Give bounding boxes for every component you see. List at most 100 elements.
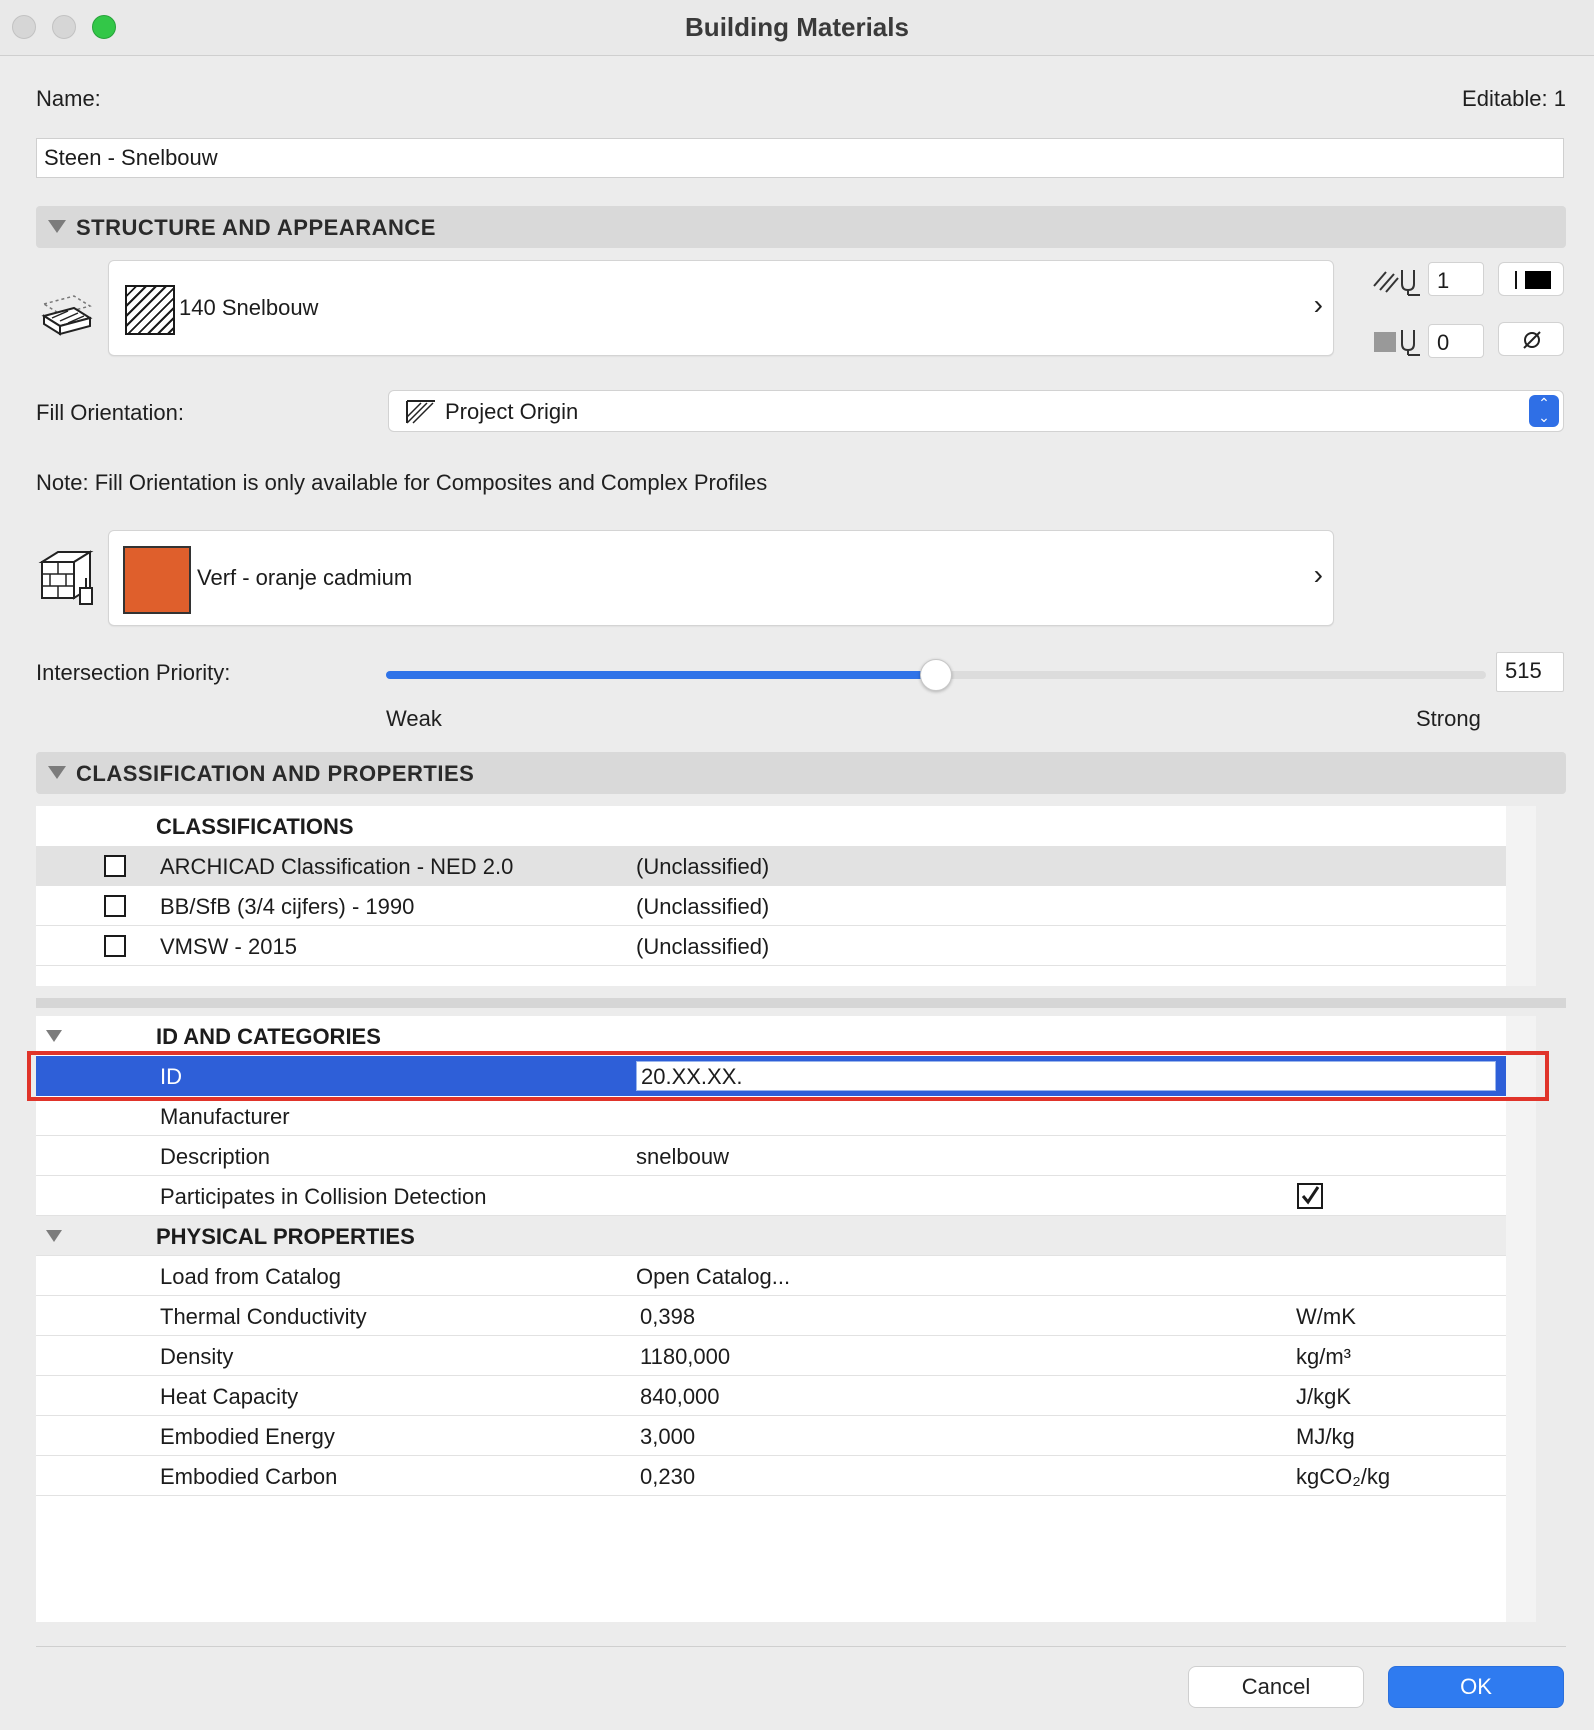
table-row[interactable]: Load from Catalog Open Catalog... [36, 1256, 1536, 1296]
properties-table: ID AND CATEGORIES ID 20.XX.XX. Manufactu… [36, 1016, 1536, 1622]
collapse-triangle-icon [46, 1230, 62, 1242]
table-row[interactable]: BB/SfB (3/4 cijfers) - 1990 (Unclassifie… [36, 886, 1536, 926]
classification-value: (Unclassified) [636, 934, 770, 959]
property-unit: MJ/kg [1296, 1424, 1355, 1449]
name-field[interactable]: Steen - Snelbouw [36, 138, 1564, 178]
property-name: Thermal Conductivity [160, 1304, 367, 1329]
table-row[interactable]: Participates in Collision Detection [36, 1176, 1536, 1216]
group-title: PHYSICAL PROPERTIES [156, 1224, 415, 1249]
table-row[interactable]: ARCHICAD Classification - NED 2.0 (Uncla… [36, 846, 1536, 886]
background-pen-field[interactable]: 0 [1428, 324, 1484, 358]
foreground-pen-icon [1373, 270, 1420, 296]
classifications-table: CLASSIFICATIONS ARCHICAD Classification … [36, 806, 1536, 986]
collapse-triangle-icon [48, 766, 66, 779]
property-value[interactable]: 0,230 [640, 1464, 695, 1490]
property-value[interactable]: 0,398 [640, 1304, 695, 1330]
slider-weak-label: Weak [386, 706, 442, 731]
open-catalog-link[interactable]: Open Catalog... [636, 1264, 790, 1290]
slider-knob[interactable] [920, 659, 952, 691]
splitter[interactable] [36, 998, 1566, 1008]
ok-button[interactable]: OK [1388, 1666, 1564, 1708]
table-row[interactable]: Thermal Conductivity 0,398 W/mK [36, 1296, 1536, 1336]
property-name: Embodied Energy [160, 1424, 335, 1449]
collision-checkbox[interactable] [1296, 1182, 1324, 1210]
property-name: Manufacturer [160, 1104, 290, 1129]
editable-count: Editable: 1 [1462, 86, 1566, 111]
property-name: Density [160, 1344, 234, 1369]
property-unit: kg/m³ [1296, 1344, 1351, 1369]
row-checkbox[interactable] [104, 895, 126, 917]
property-name: Participates in Collision Detection [160, 1184, 487, 1209]
surface-color-swatch [123, 546, 191, 614]
no-color-icon [1523, 331, 1541, 349]
classification-name: ARCHICAD Classification - NED 2.0 [160, 854, 514, 879]
property-unit: kgCO₂/kg [1296, 1464, 1391, 1489]
classifications-header-row: CLASSIFICATIONS [36, 806, 1536, 846]
property-value[interactable]: 840,000 [640, 1384, 720, 1410]
id-categories-group-row[interactable]: ID AND CATEGORIES [36, 1016, 1536, 1056]
foreground-pen-field[interactable]: 1 [1428, 262, 1484, 296]
scrollbar[interactable] [1506, 806, 1536, 986]
section-title: STRUCTURE AND APPEARANCE [76, 215, 436, 240]
property-name: Description [160, 1144, 271, 1169]
group-title: ID AND CATEGORIES [156, 1024, 381, 1049]
chevron-right-icon: › [1313, 559, 1323, 590]
physical-properties-group-row[interactable]: PHYSICAL PROPERTIES [36, 1216, 1536, 1256]
name-label: Name: [36, 86, 101, 111]
classification-value: (Unclassified) [636, 854, 770, 879]
fill-orientation-label: Fill Orientation: [36, 400, 184, 425]
intersection-priority-label: Intersection Priority: [36, 660, 231, 685]
row-checkbox[interactable] [104, 855, 126, 877]
surface-material-icon [38, 550, 94, 605]
property-unit: J/kgK [1296, 1384, 1352, 1409]
table-row[interactable]: Density 1180,000 kg/m³ [36, 1336, 1536, 1376]
property-value[interactable]: 1180,000 [640, 1344, 730, 1370]
foreground-pen-color-button[interactable] [1498, 262, 1564, 296]
property-name: Heat Capacity [160, 1384, 299, 1409]
title-bar: Building Materials [0, 0, 1594, 56]
table-row[interactable]: Heat Capacity 840,000 J/kgK [36, 1376, 1536, 1416]
structure-appearance-header[interactable]: STRUCTURE AND APPEARANCE [36, 206, 1566, 248]
table-row[interactable]: Manufacturer [36, 1096, 1536, 1136]
table-row[interactable]: Embodied Carbon 0,230 kgCO₂/kg [36, 1456, 1536, 1496]
slider-fill [386, 671, 936, 679]
cancel-button[interactable]: Cancel [1188, 1666, 1364, 1708]
collapse-triangle-icon [48, 220, 66, 233]
fill-orientation-select[interactable]: Project Origin ⌃ ⌄ [388, 390, 1564, 432]
property-unit: W/mK [1296, 1304, 1356, 1329]
background-pen-color-button[interactable] [1498, 322, 1564, 356]
background-pen-icon [1374, 330, 1420, 356]
cut-fill-name: 140 Snelbouw [179, 295, 319, 320]
surface-selector[interactable]: Verf - oranje cadmium › [108, 530, 1334, 626]
slider-strong-label: Strong [1416, 706, 1481, 731]
table-row[interactable]: Embodied Energy 3,000 MJ/kg [36, 1416, 1536, 1456]
classification-value: (Unclassified) [636, 894, 770, 919]
row-checkbox[interactable] [104, 935, 126, 957]
table-row[interactable]: VMSW - 2015 (Unclassified) [36, 926, 1536, 966]
highlight-box [27, 1051, 1549, 1101]
chevron-right-icon: › [1313, 289, 1323, 320]
fill-orientation-value: Project Origin [445, 399, 579, 424]
classifications-header: CLASSIFICATIONS [156, 814, 354, 839]
classification-name: BB/SfB (3/4 cijfers) - 1990 [160, 894, 415, 919]
cut-fill-selector[interactable]: 140 Snelbouw › [108, 260, 1334, 356]
property-name: Embodied Carbon [160, 1464, 338, 1489]
property-value[interactable]: 3,000 [640, 1424, 695, 1450]
property-value: snelbouw [636, 1144, 729, 1169]
select-stepper-icon: ⌃ ⌄ [1529, 395, 1559, 427]
project-origin-icon [406, 400, 435, 424]
cut-fill-icon [41, 295, 93, 336]
scrollbar[interactable] [1506, 1016, 1536, 1622]
hatch-pattern-swatch [125, 285, 175, 335]
divider [36, 1646, 1566, 1647]
fill-orientation-note: Note: Fill Orientation is only available… [36, 470, 768, 495]
section-title: CLASSIFICATION AND PROPERTIES [76, 761, 475, 786]
table-row[interactable]: Description snelbouw [36, 1136, 1536, 1176]
classification-properties-header[interactable]: CLASSIFICATION AND PROPERTIES [36, 752, 1566, 794]
property-name: Load from Catalog [160, 1264, 341, 1289]
window-title: Building Materials [685, 12, 909, 42]
intersection-priority-field[interactable]: 515 [1496, 652, 1564, 692]
surface-name: Verf - oranje cadmium [197, 565, 413, 590]
collapse-triangle-icon [46, 1030, 62, 1042]
classification-name: VMSW - 2015 [160, 934, 297, 959]
